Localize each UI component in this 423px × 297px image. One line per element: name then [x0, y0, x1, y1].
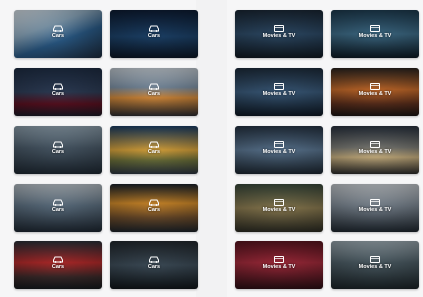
- tile-label: Movies & TV: [262, 207, 296, 213]
- tile-label: Movies & TV: [358, 207, 392, 213]
- tile-label: Movies & TV: [358, 91, 392, 97]
- tile-label: Movies & TV: [358, 264, 392, 270]
- car-icon: [53, 199, 63, 206]
- theme-tile-movies-tv[interactable]: Movies & TV: [235, 126, 323, 174]
- car-icon: [149, 83, 159, 90]
- film-icon: [274, 199, 284, 206]
- tile-label: Cars: [147, 264, 161, 270]
- film-icon: [370, 256, 380, 263]
- film-icon: [274, 83, 284, 90]
- tile-label: Movies & TV: [262, 33, 296, 39]
- cars-theme-group: Cars Cars Cars Cars Cars Cars Cars Cars …: [0, 0, 198, 297]
- theme-tile-cars[interactable]: Cars: [110, 126, 198, 174]
- tile-label: Cars: [147, 149, 161, 155]
- car-icon: [53, 256, 63, 263]
- tile-label: Movies & TV: [358, 149, 392, 155]
- theme-tile-movies-tv[interactable]: Movies & TV: [331, 126, 419, 174]
- film-icon: [370, 199, 380, 206]
- film-icon: [370, 141, 380, 148]
- film-icon: [370, 83, 380, 90]
- theme-tile-movies-tv[interactable]: Movies & TV: [235, 184, 323, 232]
- theme-tile-movies-tv[interactable]: Movies & TV: [331, 68, 419, 116]
- car-icon: [53, 141, 63, 148]
- tile-label: Movies & TV: [358, 33, 392, 39]
- car-icon: [149, 256, 159, 263]
- car-icon: [149, 141, 159, 148]
- car-icon: [149, 25, 159, 32]
- theme-tile-movies-tv[interactable]: Movies & TV: [331, 184, 419, 232]
- theme-tile-cars[interactable]: Cars: [110, 241, 198, 289]
- theme-tile-cars[interactable]: Cars: [110, 184, 198, 232]
- theme-tile-movies-tv[interactable]: Movies & TV: [235, 68, 323, 116]
- tile-label: Cars: [51, 207, 65, 213]
- theme-tile-cars[interactable]: Cars: [14, 68, 102, 116]
- tile-label: Cars: [147, 91, 161, 97]
- theme-tile-cars[interactable]: Cars: [110, 10, 198, 58]
- film-icon: [274, 256, 284, 263]
- theme-tile-movies-tv[interactable]: Movies & TV: [331, 10, 419, 58]
- tile-label: Movies & TV: [262, 91, 296, 97]
- theme-tile-movies-tv[interactable]: Movies & TV: [235, 10, 323, 58]
- theme-tile-cars[interactable]: Cars: [14, 184, 102, 232]
- car-icon: [53, 83, 63, 90]
- tile-label: Cars: [51, 264, 65, 270]
- film-icon: [274, 141, 284, 148]
- tile-label: Movies & TV: [262, 264, 296, 270]
- tile-label: Cars: [51, 149, 65, 155]
- film-icon: [370, 25, 380, 32]
- tile-label: Cars: [51, 33, 65, 39]
- theme-tile-cars[interactable]: Cars: [14, 10, 102, 58]
- film-icon: [274, 25, 284, 32]
- theme-tile-cars[interactable]: Cars: [110, 68, 198, 116]
- tile-label: Cars: [147, 33, 161, 39]
- car-icon: [149, 199, 159, 206]
- theme-tile-movies-tv[interactable]: Movies & TV: [235, 241, 323, 289]
- tile-label: Cars: [147, 207, 161, 213]
- car-icon: [53, 25, 63, 32]
- tile-label: Cars: [51, 91, 65, 97]
- tile-label: Movies & TV: [262, 149, 296, 155]
- theme-tile-cars[interactable]: Cars: [14, 241, 102, 289]
- movies-tv-theme-group: Movies & TV Movies & TV Movies & TV Movi…: [227, 0, 423, 297]
- theme-tile-movies-tv[interactable]: Movies & TV: [331, 241, 419, 289]
- theme-tile-cars[interactable]: Cars: [14, 126, 102, 174]
